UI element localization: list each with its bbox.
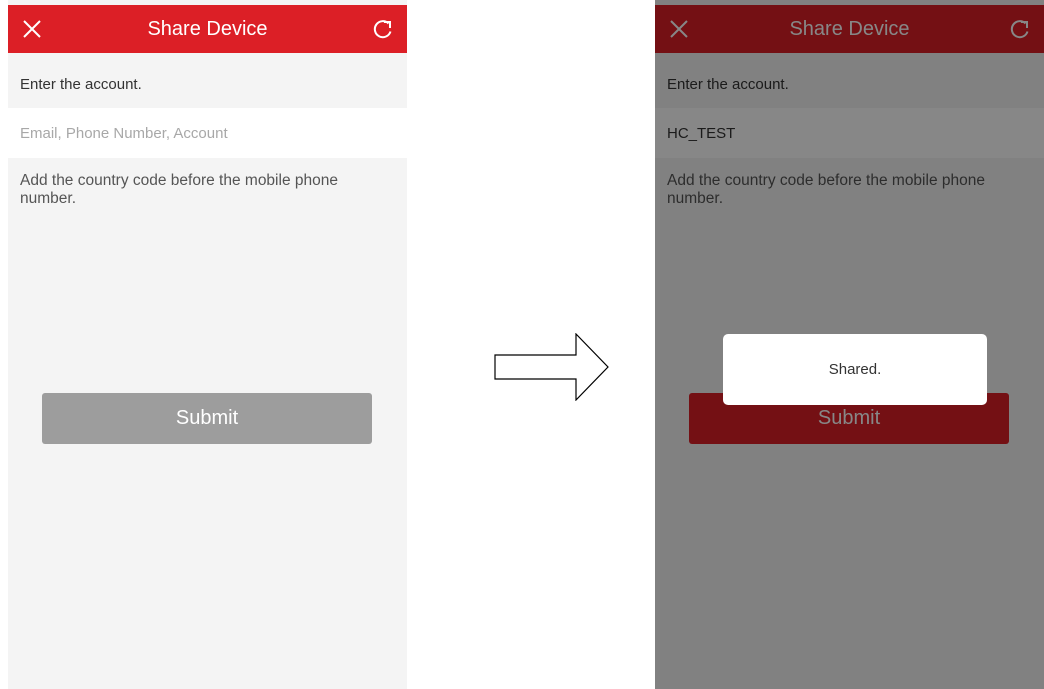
right-arrow-icon xyxy=(494,333,609,401)
account-input[interactable] xyxy=(8,108,407,158)
submit-button[interactable]: Submit xyxy=(42,393,372,444)
share-device-screen-after: Share Device Enter the account. Add the … xyxy=(655,0,1044,689)
header-bar: Share Device xyxy=(8,5,407,53)
refresh-icon xyxy=(373,20,392,39)
country-code-hint: Add the country code before the mobile p… xyxy=(20,172,338,207)
shared-toast: Shared. xyxy=(723,334,987,405)
account-label: Enter the account. xyxy=(20,76,142,93)
share-device-screen-before: Share Device Enter the account. Add the … xyxy=(8,0,407,689)
account-field[interactable] xyxy=(8,108,407,158)
refresh-button[interactable] xyxy=(359,5,407,53)
page-title: Share Device xyxy=(147,18,268,40)
